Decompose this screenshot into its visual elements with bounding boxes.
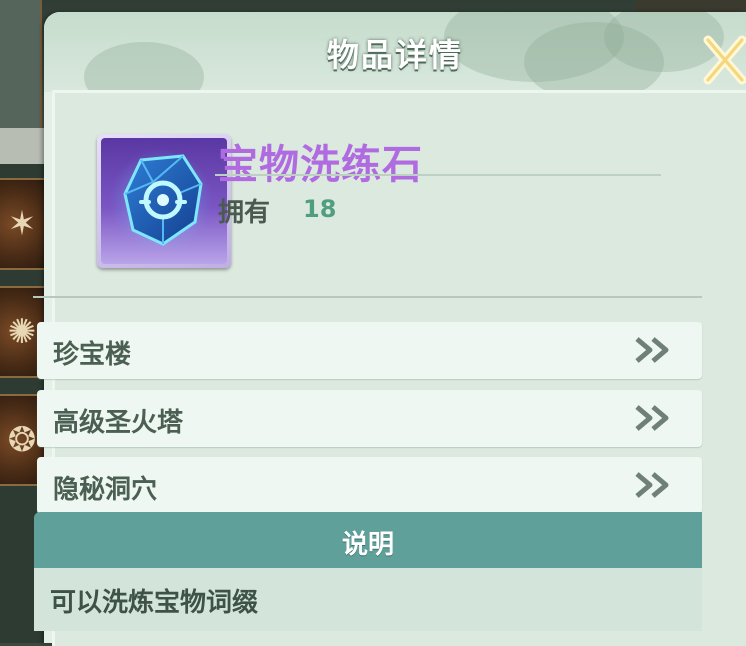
dialog-header: 物品详情 <box>44 12 746 92</box>
description-title: 说明 <box>341 530 394 560</box>
description-text: 可以洗炼宝物词缀 <box>50 588 259 618</box>
source-row-gaoji-shenghuota[interactable]: 高级圣火塔 <box>37 390 702 447</box>
name-divider <box>215 174 661 176</box>
source-row-zhenbaolou[interactable]: 珍宝楼 <box>37 322 702 379</box>
close-button[interactable] <box>698 30 746 92</box>
background-skill-slot: ✶ <box>0 178 46 270</box>
owned-count: 18 <box>303 195 337 223</box>
source-label: 高级圣火塔 <box>53 408 184 438</box>
double-chevron-right-icon <box>635 472 669 498</box>
close-icon <box>703 35 746 85</box>
double-chevron-right-icon <box>635 405 669 431</box>
dialog-title: 物品详情 <box>326 36 463 74</box>
double-chevron-right-icon <box>635 337 669 363</box>
item-name: 宝物洗练石 <box>218 142 423 188</box>
source-label: 隐秘洞穴 <box>53 475 158 505</box>
gem-icon <box>101 138 227 264</box>
section-divider <box>33 296 702 298</box>
owned-label: 拥有 <box>218 198 271 228</box>
source-label: 珍宝楼 <box>53 340 132 370</box>
description-body: 可以洗炼宝物词缀 <box>34 568 702 631</box>
source-row-yinmi-dongxue[interactable]: 隐秘洞穴 <box>37 457 702 514</box>
description-header: 说明 <box>34 512 702 568</box>
item-icon-frame <box>97 134 231 268</box>
background-slot <box>0 0 42 128</box>
background-strip <box>0 128 50 164</box>
